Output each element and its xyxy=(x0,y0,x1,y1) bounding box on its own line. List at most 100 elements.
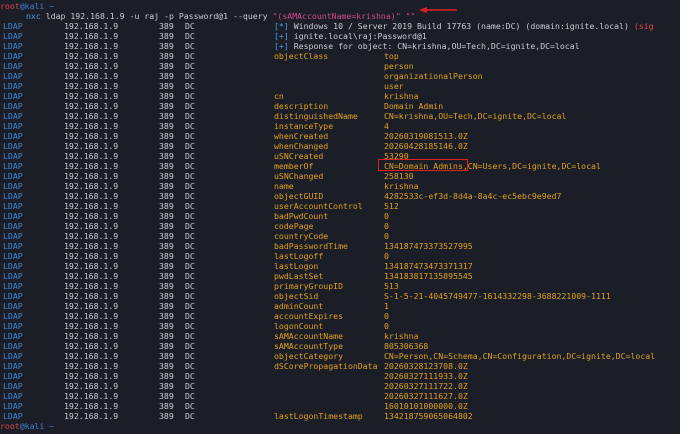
host-name: DC xyxy=(185,411,195,421)
prompt-line: root@kali ~ xyxy=(0,1,54,11)
attribute-value: user xyxy=(384,81,404,91)
attribute-value: 0 xyxy=(384,211,389,221)
host-name: DC xyxy=(185,401,195,411)
port-number: 389 xyxy=(159,111,174,121)
ip-address: 192.168.1.9 xyxy=(64,141,119,151)
command-line[interactable]: nxc ldap 192.168.1.9 -u raj -p Password@… xyxy=(26,11,415,21)
attribute-value: organizationalPerson xyxy=(384,71,483,81)
attribute-name: cn xyxy=(274,91,284,101)
ip-address: 192.168.1.9 xyxy=(64,61,119,71)
host-name: DC xyxy=(185,381,195,391)
attribute-value: 134187473373527995 xyxy=(384,241,473,251)
info-message: [+] ignite.local\raj:Password@1 xyxy=(274,31,427,41)
terminal-window[interactable]: root@kali ~ nxc ldap 192.168.1.9 -u raj -… xyxy=(0,0,680,434)
attribute-name: lastLogonTimestamp xyxy=(274,411,363,421)
ip-address: 192.168.1.9 xyxy=(64,321,119,331)
port-number: 389 xyxy=(159,411,174,421)
attribute-row: LDAP 192.168.1.9 389 DC countryCode 0 xyxy=(0,231,680,241)
attribute-value: krishna xyxy=(384,91,419,101)
protocol-label: LDAP xyxy=(3,321,23,331)
port-number: 389 xyxy=(159,391,174,401)
status-bullet: [+] xyxy=(274,41,289,51)
host-name: DC xyxy=(185,61,195,71)
port-number: 389 xyxy=(159,241,174,251)
host-name: DC xyxy=(185,141,195,151)
host-name: DC xyxy=(185,101,195,111)
attribute-row: LDAP 192.168.1.9 389 DC badPasswordTime 13418… xyxy=(0,241,680,251)
ip-address: 192.168.1.9 xyxy=(64,241,119,251)
info-message: [+] Response for object: CN=krishna,OU=T… xyxy=(274,41,580,51)
signing-flag: (sig xyxy=(633,21,654,31)
attribute-row: LDAP 192.168.1.9 389 DC description Domain Ad… xyxy=(0,101,680,111)
protocol-label: LDAP xyxy=(3,211,23,221)
ip-address: 192.168.1.9 xyxy=(64,271,119,281)
attribute-row: LDAP 192.168.1.9 389 DC objectClass top xyxy=(0,51,680,61)
attribute-row: LDAP 192.168.1.9 389 DC user xyxy=(0,81,680,91)
protocol-label: LDAP xyxy=(3,231,23,241)
ip-address: 192.168.1.9 xyxy=(64,281,119,291)
host-name: DC xyxy=(185,241,195,251)
attribute-row: LDAP 192.168.1.9 389 DC instanceType 4 xyxy=(0,121,680,131)
port-number: 389 xyxy=(159,51,174,61)
attribute-value: 134218759065064802 xyxy=(384,411,473,421)
attribute-name: objectSid xyxy=(274,291,319,301)
host-name: DC xyxy=(185,81,195,91)
protocol-label: LDAP xyxy=(3,31,23,41)
ip-address: 192.168.1.9 xyxy=(64,41,119,51)
attribute-row: LDAP 192.168.1.9 389 DC name krishna xyxy=(0,181,680,191)
attribute-value: 0 xyxy=(384,221,389,231)
protocol-label: LDAP xyxy=(3,351,23,361)
port-number: 389 xyxy=(159,281,174,291)
protocol-label: LDAP xyxy=(3,81,23,91)
ip-address: 192.168.1.9 xyxy=(64,411,119,421)
port-number: 389 xyxy=(159,71,174,81)
protocol-label: LDAP xyxy=(3,411,23,421)
attribute-value: 0 xyxy=(384,311,389,321)
host-name: DC xyxy=(185,221,195,231)
protocol-label: LDAP xyxy=(3,221,23,231)
host-name: DC xyxy=(185,311,195,321)
host-name: DC xyxy=(185,211,195,221)
attribute-row: LDAP 192.168.1.9 389 DC lastLogoff 0 xyxy=(0,251,680,261)
host-name: DC xyxy=(185,271,195,281)
protocol-label: LDAP xyxy=(3,281,23,291)
protocol-label: LDAP xyxy=(3,51,23,61)
attribute-row: LDAP 192.168.1.9 389 DC 20260327111933.0Z xyxy=(0,371,680,381)
attribute-name: memberOf xyxy=(274,161,314,171)
attribute-value: 513 xyxy=(384,281,399,291)
attribute-value: person xyxy=(384,61,414,71)
highlight-box xyxy=(378,159,468,171)
attribute-name: sAMAccountName xyxy=(274,331,344,341)
host-name: DC xyxy=(185,261,195,271)
attribute-value: 134187473473371317 xyxy=(384,261,473,271)
attribute-row: LDAP 192.168.1.9 389 DC 20260327111627.0Z xyxy=(0,391,680,401)
attribute-value: 20260327111933.0Z xyxy=(384,371,468,381)
protocol-label: LDAP xyxy=(3,91,23,101)
port-number: 389 xyxy=(159,371,174,381)
protocol-label: LDAP xyxy=(3,61,23,71)
username-label: root xyxy=(0,1,20,11)
info-row: LDAP 192.168.1.9 389 DC [+] ignite.local\raj… xyxy=(0,31,680,41)
attribute-value: 134183817135895545 xyxy=(384,271,473,281)
hostname-label: @kali ~ xyxy=(19,1,55,11)
attribute-value: 20260319081513.0Z xyxy=(384,131,468,141)
host-name: DC xyxy=(185,371,195,381)
ip-address: 192.168.1.9 xyxy=(64,111,119,121)
attribute-name: objectGUID xyxy=(274,191,324,201)
ip-address: 192.168.1.9 xyxy=(64,171,119,181)
info-text: Windows 10 / Server 2019 Build 17763 (na… xyxy=(288,21,654,31)
username-label: root xyxy=(0,421,20,431)
attribute-row: LDAP 192.168.1.9 389 DC organizationalPerson xyxy=(0,71,680,81)
attribute-value: 20260327111627.0Z xyxy=(384,391,468,401)
host-name: DC xyxy=(185,291,195,301)
protocol-label: LDAP xyxy=(3,371,23,381)
attribute-row: LDAP 192.168.1.9 389 DC adminCount 1 xyxy=(0,301,680,311)
protocol-label: LDAP xyxy=(3,191,23,201)
attribute-name: primaryGroupID xyxy=(274,281,344,291)
host-name: DC xyxy=(185,341,195,351)
attribute-name: pwdLastSet xyxy=(274,271,324,281)
port-number: 389 xyxy=(159,101,174,111)
attribute-name: objectClass xyxy=(274,51,329,61)
attribute-name: accountExpires xyxy=(274,311,344,321)
attribute-row: LDAP 192.168.1.9 389 DC whenCreated 202603190… xyxy=(0,131,680,141)
